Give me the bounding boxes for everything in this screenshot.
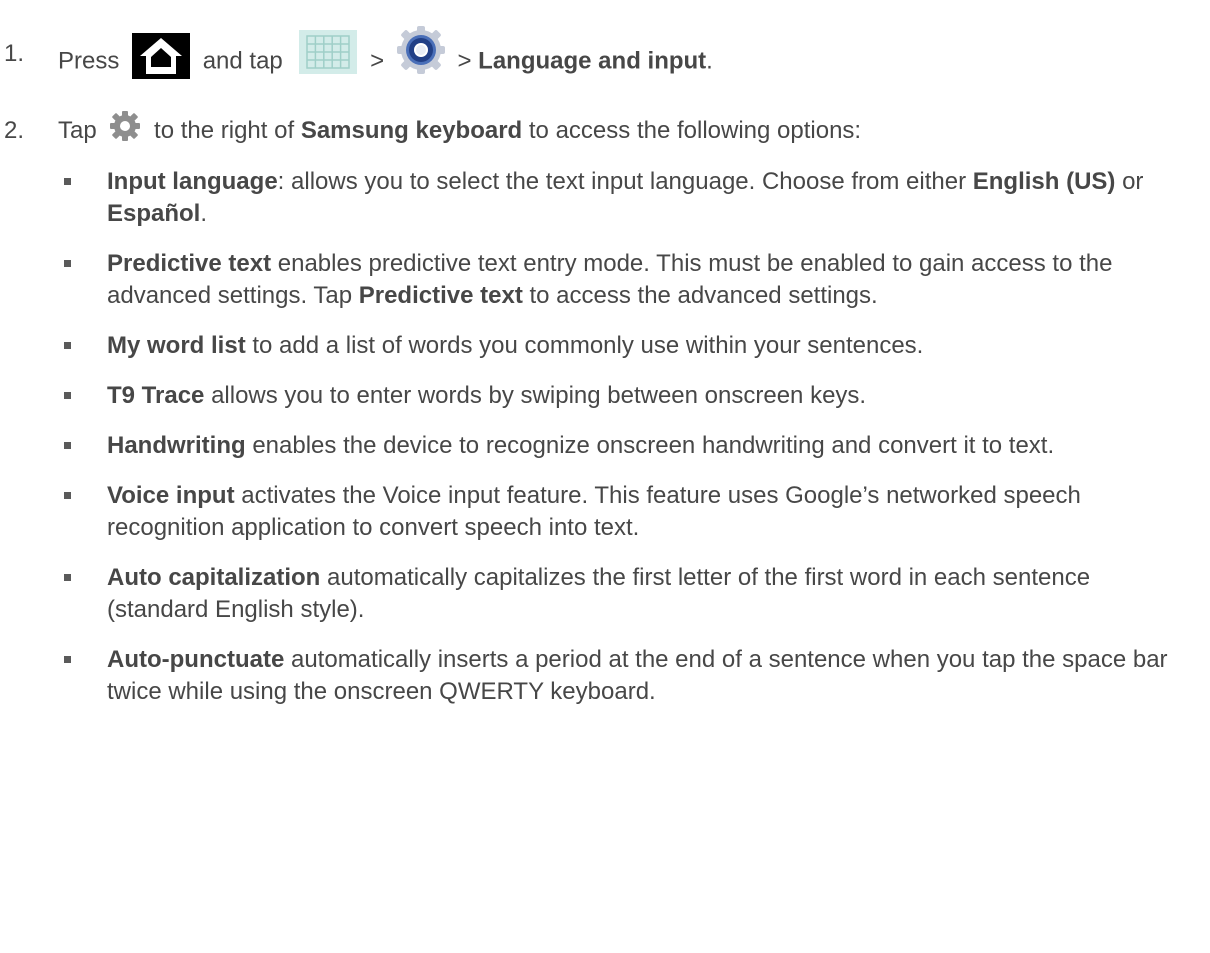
option-term: Predictive text	[107, 249, 272, 277]
keyboard-settings-icon	[109, 110, 141, 142]
step-2: 2. Tap to the right of Samsung keyboard …	[0, 110, 1210, 148]
option-text: .	[200, 199, 208, 227]
step-end: .	[706, 47, 713, 75]
option-term: Handwriting	[107, 431, 246, 459]
option-term: Voice input	[107, 481, 235, 509]
step-text-middle: to the right of	[154, 117, 295, 144]
instructions-document: 1. Press and tap > > Language and input.…	[0, 0, 1210, 708]
bullet-icon	[64, 573, 71, 581]
option-term: Auto-punctuate	[107, 645, 285, 673]
separator: >	[457, 47, 472, 75]
keyboard-name: Samsung keyboard	[300, 117, 523, 144]
bullet-icon	[64, 177, 71, 185]
bullet-icon	[64, 341, 71, 349]
step-text-press: Press	[58, 47, 120, 75]
bullet-icon	[64, 441, 71, 449]
option-text: : allows you to select the text input la…	[277, 167, 973, 195]
option-text: activates the Voice input feature. This …	[107, 481, 1081, 541]
bullet-icon	[64, 491, 71, 499]
step-number: 1.	[4, 40, 25, 67]
option-text: to add a list of words you commonly use …	[245, 331, 924, 359]
options-list: Input language: allows you to select the…	[0, 166, 1210, 708]
option-text: enables the device to recognize onscreen…	[245, 431, 1055, 459]
option-term: English (US)	[972, 167, 1116, 195]
settings-gear-icon	[396, 26, 445, 74]
option-text: to access the advanced settings.	[522, 281, 878, 309]
apps-icon	[299, 30, 358, 74]
step-text-tap: Tap	[58, 117, 97, 144]
option-term: Input language	[107, 167, 278, 195]
separator: >	[370, 47, 385, 75]
list-item: Voice input activates the Voice input fe…	[0, 480, 1210, 544]
home-icon	[132, 33, 191, 79]
option-term: Auto capitalization	[107, 563, 321, 591]
list-item: Handwriting enables the device to recogn…	[0, 430, 1210, 462]
option-term: My word list	[107, 331, 246, 359]
option-text: or	[1115, 167, 1144, 195]
list-item: T9 Trace allows you to enter words by sw…	[0, 380, 1210, 412]
option-text: allows you to enter words by swiping bet…	[204, 381, 867, 409]
list-item: My word list to add a list of words you …	[0, 330, 1210, 362]
option-term: Español	[107, 199, 201, 227]
step-text-rest: to access the following options:	[528, 117, 862, 144]
bullet-icon	[64, 259, 71, 267]
bullet-icon	[64, 391, 71, 399]
step-text-and-tap: and tap	[202, 47, 283, 75]
step-number: 2.	[4, 117, 25, 144]
option-term: Predictive text	[358, 281, 523, 309]
list-item: Auto capitalization automatically capita…	[0, 562, 1210, 626]
list-item: Predictive text enables predictive text …	[0, 248, 1210, 312]
step-1: 1. Press and tap > > Language and input.	[0, 26, 1210, 86]
destination-label: Language and input	[478, 47, 707, 75]
option-term: T9 Trace	[107, 381, 205, 409]
list-item: Auto-punctuate automatically inserts a p…	[0, 644, 1210, 708]
bullet-icon	[64, 655, 71, 663]
list-item: Input language: allows you to select the…	[0, 166, 1210, 230]
